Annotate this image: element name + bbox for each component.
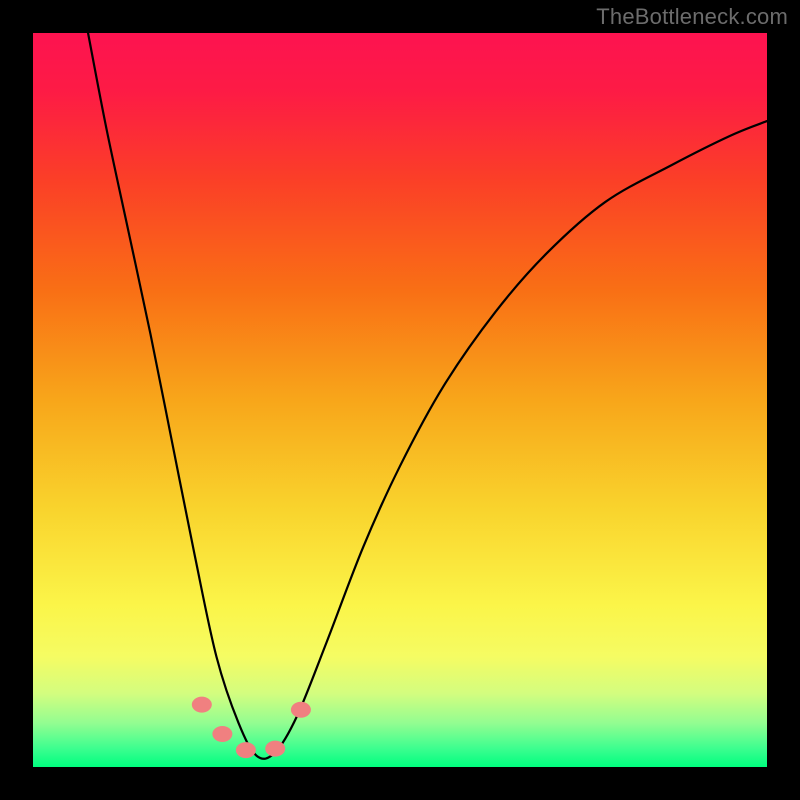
sweet-spot-markers — [192, 697, 311, 759]
plot-area — [33, 33, 767, 767]
curve-marker — [265, 741, 285, 757]
curve-marker — [291, 702, 311, 718]
curve-marker — [192, 697, 212, 713]
curve-marker — [236, 742, 256, 758]
watermark-text: TheBottleneck.com — [596, 4, 788, 30]
curve-marker — [212, 726, 232, 742]
bottleneck-curve — [88, 33, 767, 759]
image-frame: TheBottleneck.com — [0, 0, 800, 800]
curve-layer — [33, 33, 767, 767]
